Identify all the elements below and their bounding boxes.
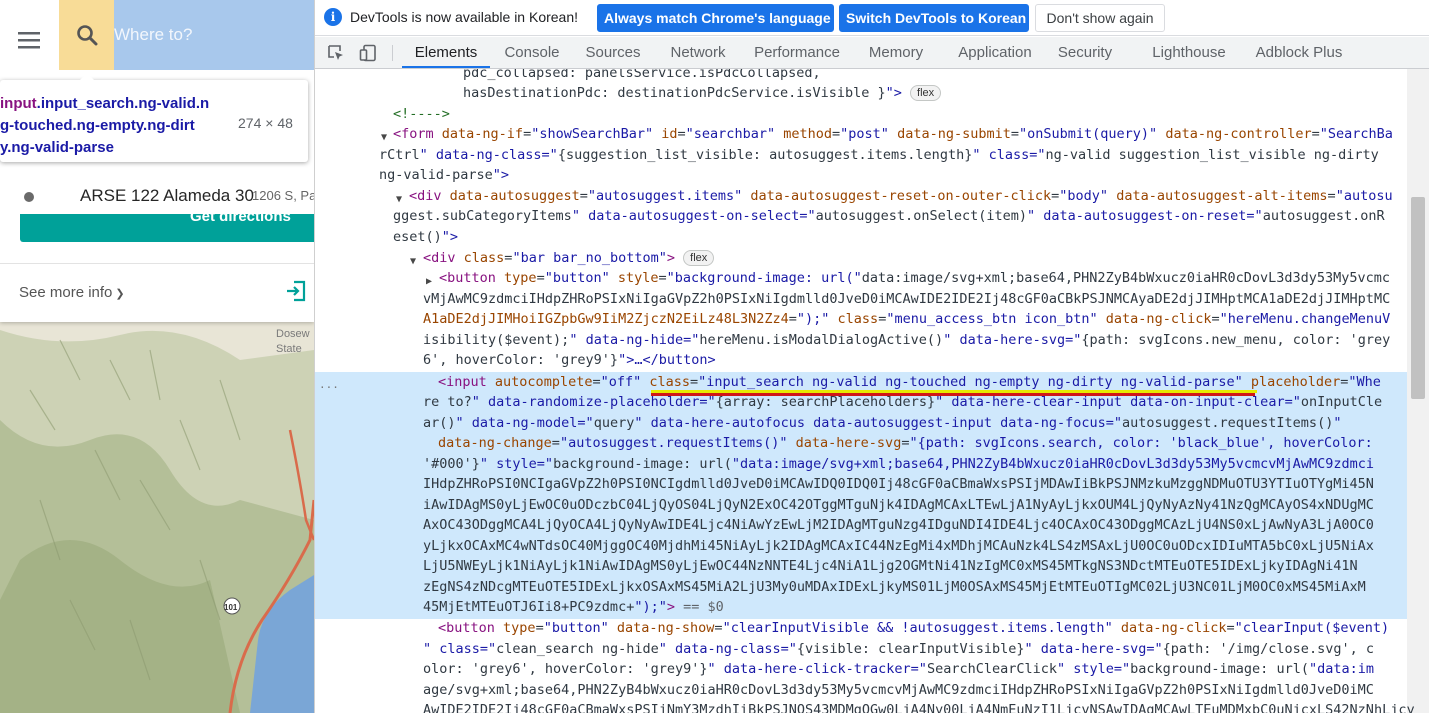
always-match-language-button[interactable]: Always match Chrome's language bbox=[597, 4, 834, 32]
dom-line[interactable]: hasDestinationPdc: destinationPdcService… bbox=[463, 83, 942, 104]
language-infobar: i DevTools is now available in Korean! A… bbox=[315, 0, 1429, 36]
dom-line[interactable]: 6', hoverColor: 'grey9'}">…</button> bbox=[423, 350, 716, 371]
chevron-down-icon: ❯ bbox=[115, 288, 125, 300]
dom-line[interactable]: AwIDE2IDE2Ij48cGF0aCBmaWxsPSIjNmY3MzdhIi… bbox=[423, 700, 1415, 713]
tab-elements[interactable]: Elements bbox=[402, 37, 490, 68]
search-bar bbox=[0, 0, 314, 80]
tab-lighthouse[interactable]: Lighthouse bbox=[1145, 37, 1233, 68]
inspect-tooltip: input.input_search.ng-valid.n g-touched.… bbox=[0, 73, 308, 162]
dont-show-again-button[interactable]: Don't show again bbox=[1035, 4, 1165, 32]
poi-dot-icon bbox=[24, 192, 34, 202]
dom-line[interactable]: " class="clean_search ng-hide" data-ng-c… bbox=[423, 639, 1374, 660]
see-more-label: See more info bbox=[19, 284, 113, 301]
hamburger-menu-icon bbox=[18, 32, 40, 49]
dom-line[interactable]: <form data-ng-if="showSearchBar" id="sea… bbox=[393, 124, 1393, 145]
flex-badge[interactable]: flex bbox=[683, 250, 715, 266]
dom-line[interactable]: age/svg+xml;base64,PHN2ZyB4bWxucz0iaHR0c… bbox=[423, 680, 1374, 701]
dom-line[interactable]: 45MjEtMTEuOTJ6Ii8+PC9zdmc+");"> == $0 bbox=[423, 597, 724, 618]
divider bbox=[0, 263, 314, 264]
poi-name: ARSE 122 Alameda 30 bbox=[80, 186, 254, 205]
expand-triangle-icon[interactable]: ▼ bbox=[410, 252, 416, 273]
poi-address: 1206 S, Pa bbox=[252, 188, 314, 203]
dom-line[interactable]: <input autocomplete="off" class="input_s… bbox=[438, 372, 1381, 393]
infobar-message: DevTools is now available in Korean! bbox=[350, 9, 579, 25]
dom-line[interactable]: isibility($event);" data-ng-hide="hereMe… bbox=[423, 330, 1390, 351]
scrollbar-thumb[interactable] bbox=[1411, 197, 1425, 399]
dom-line[interactable]: data-ng-change="autosuggest.requestItems… bbox=[438, 433, 1373, 454]
search-icon bbox=[76, 25, 97, 46]
tab-sources[interactable]: Sources bbox=[578, 37, 648, 68]
get-directions-button[interactable]: Get directions bbox=[20, 214, 314, 242]
menu-button[interactable] bbox=[0, 0, 58, 80]
dom-line[interactable]: <button type="button" style="background-… bbox=[439, 268, 1390, 289]
sign-in-icon[interactable] bbox=[285, 280, 307, 302]
dom-line[interactable]: ggest.subCategoryItems" data-autosuggest… bbox=[393, 206, 1385, 227]
tab-application[interactable]: Application bbox=[945, 37, 1045, 68]
dom-line[interactable]: re to?" data-randomize-placeholder="{arr… bbox=[423, 392, 1382, 413]
devtools-panel: i DevTools is now available in Korean! A… bbox=[314, 0, 1429, 713]
tab-performance[interactable]: Performance bbox=[747, 37, 847, 68]
dom-line[interactable]: ng-valid-parse"> bbox=[379, 165, 509, 186]
dom-line[interactable]: <div class="bar bar_no_bottom"> flex bbox=[423, 248, 715, 269]
device-toolbar-icon[interactable] bbox=[359, 44, 377, 62]
switch-to-korean-button[interactable]: Switch DevTools to Korean bbox=[839, 4, 1029, 32]
tooltip-dimensions: 274 × 48 bbox=[238, 115, 293, 131]
svg-text:101: 101 bbox=[224, 603, 238, 612]
tab-security[interactable]: Security bbox=[1053, 37, 1117, 68]
selected-node-marker: == $0 bbox=[674, 599, 724, 615]
search-button[interactable] bbox=[59, 0, 114, 70]
dom-line[interactable]: <!----> bbox=[393, 104, 450, 125]
get-directions-label: Get directions bbox=[190, 214, 291, 225]
dom-line[interactable]: '#000'}" style="background-image: url("d… bbox=[423, 454, 1374, 475]
dom-line[interactable]: zEgNS4zNDcgMTEuOTE5IDExLjkxOSAxMS45MiA2L… bbox=[423, 577, 1366, 598]
dom-line[interactable]: <div data-autosuggest="autosuggest.items… bbox=[409, 186, 1393, 207]
tab-network[interactable]: Network bbox=[658, 37, 738, 68]
dom-line[interactable]: <button type="button" data-ng-show="clea… bbox=[438, 618, 1389, 639]
map-page: 101 Dosew State ARSE 122 bbox=[0, 0, 314, 713]
dom-line[interactable]: rCtrl" data-ng-class="{suggestion_list_v… bbox=[379, 145, 1379, 166]
dom-line[interactable]: LjU5NWEyLjk1NiAyLjk1NiAwIDAgMS0yLjEwOC44… bbox=[423, 556, 1358, 577]
toolbar-separator bbox=[392, 45, 393, 61]
dom-line[interactable]: vMjAwMC9zdmciIHdpZHRoPSIxNiIgaGVpZ2h0PSI… bbox=[423, 289, 1390, 310]
elements-dom-tree[interactable]: ... pdc_collapsed: panelsService.isPdcCo… bbox=[315, 69, 1429, 713]
tab-memory[interactable]: Memory bbox=[859, 37, 933, 68]
node-actions-icon[interactable]: ... bbox=[319, 375, 339, 396]
dom-line[interactable]: eset()"> bbox=[393, 227, 458, 248]
inspect-element-icon[interactable] bbox=[327, 44, 345, 62]
dom-line[interactable]: A1aDE2djJIMHoiIGZpbGw9IiM2ZjczN2EiLz48L3… bbox=[423, 309, 1390, 330]
poi-list-item[interactable]: ARSE 122 Alameda 30 1206 S, Pa bbox=[0, 178, 314, 214]
dom-line[interactable]: olor: 'grey6', hoverColor: 'grey9'}" dat… bbox=[423, 659, 1374, 680]
flex-badge[interactable]: flex bbox=[910, 85, 942, 101]
tooltip-selector: input.input_search.ng-valid.n g-touched.… bbox=[0, 95, 210, 156]
dom-line[interactable]: IHdpZHRoPSI0NCIgaGVpZ2h0PSI0NCIgdmlld0Jv… bbox=[423, 474, 1374, 495]
dom-line[interactable]: ar()" data-ng-model="query" data-here-au… bbox=[423, 413, 1341, 434]
search-input[interactable] bbox=[114, 0, 314, 70]
tab-adblock-plus[interactable]: Adblock Plus bbox=[1249, 37, 1349, 68]
dom-line[interactable]: yLjkxOCAxMC4wNTdsOC40MjggOC40MjdhMi45NiA… bbox=[423, 536, 1374, 557]
see-more-info-link[interactable]: See more info ❯ bbox=[19, 284, 125, 301]
info-icon: i bbox=[324, 8, 342, 26]
dom-line[interactable]: iAwIDAgMS0yLjEwOC0uODczbC04LjQyOS04LjQyN… bbox=[423, 495, 1374, 516]
map-place-label: Dosew State bbox=[276, 328, 310, 355]
dom-line[interactable]: AxOC43ODggMCA4LjQyOCA4LjQyNyAwIDE4Ljc4Ni… bbox=[423, 515, 1374, 536]
tab-console[interactable]: Console bbox=[495, 37, 569, 68]
devtools-tab-bar: Elements Console Sources Network Perform… bbox=[315, 37, 1429, 69]
tooltip-arrow bbox=[80, 73, 94, 80]
dom-line[interactable]: pdc_collapsed: panelsService.isPdcCollap… bbox=[463, 69, 821, 84]
